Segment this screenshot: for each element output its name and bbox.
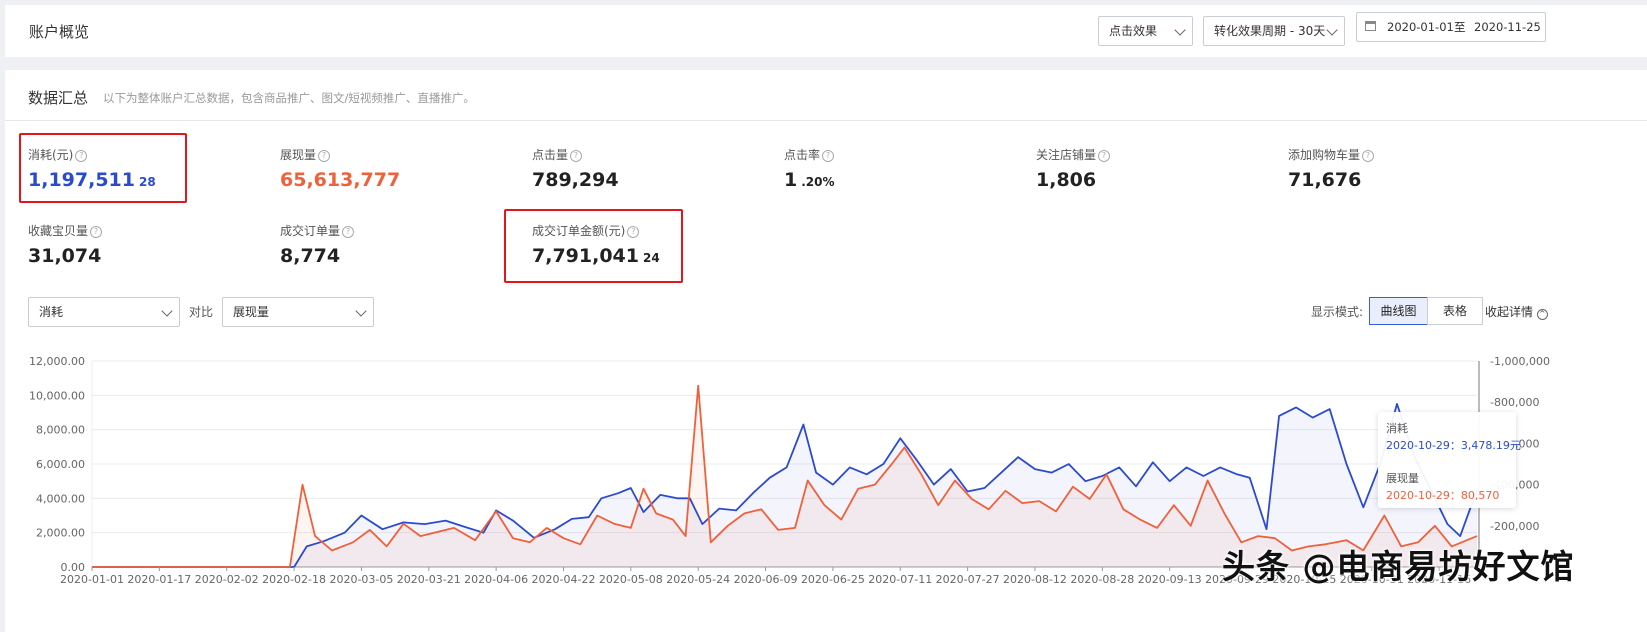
mode-table-button[interactable]: 表格	[1427, 297, 1483, 325]
metric-value: 65,613,777	[280, 169, 401, 191]
help-icon[interactable]: ?	[342, 226, 355, 238]
metric-value: 1.20%	[784, 169, 835, 191]
chart-tooltip: 消耗 2020-10-29：3,478.19元 展现量 2020-10-29：8…	[1378, 412, 1521, 508]
chevron-down-icon	[161, 305, 173, 317]
chevron-down-icon	[355, 305, 367, 317]
effect-select-value: 点击效果	[1109, 24, 1158, 38]
metric-card: 成交订单量? 8,774	[280, 222, 355, 267]
tooltip-series2-value: 2020-10-29：80,570	[1386, 489, 1500, 502]
highlight-box-spend	[19, 133, 187, 203]
period-select[interactable]: 转化效果周期 - 30天	[1203, 16, 1345, 46]
period-select-value: 转化效果周期 - 30天	[1214, 24, 1326, 38]
metric-label: 添加购物车量?	[1288, 146, 1375, 163]
page-title: 账户概览	[29, 23, 90, 41]
highlight-box-order-amount	[504, 209, 683, 283]
summary-header: 数据汇总 以下为整体账户汇总数据，包含商品推广、图文/短视频推广、直播推广。	[5, 70, 1647, 121]
help-icon[interactable]: ?	[318, 150, 331, 162]
collapse-details-link[interactable]: 收起详情 ^	[1485, 303, 1548, 320]
metric-label: 展现量?	[280, 146, 404, 163]
help-icon[interactable]: ?	[822, 150, 835, 162]
metric-label: 关注店铺量?	[1036, 146, 1111, 163]
metric-card: 展现量? 65,613,777	[280, 146, 404, 191]
metric-card: 添加购物车量? 71,676	[1288, 146, 1375, 191]
metric-label: 成交订单量?	[280, 222, 355, 239]
metric-value: 8,774	[280, 245, 341, 267]
primary-metric-select[interactable]: 消耗	[28, 297, 180, 327]
date-separator: 至	[1454, 20, 1466, 34]
metric-card: 关注店铺量? 1,806	[1036, 146, 1111, 191]
collapse-details-label: 收起详情	[1485, 305, 1534, 319]
metric-value: 789,294	[532, 169, 619, 191]
tooltip-series2-name: 展现量	[1386, 472, 1419, 485]
help-icon[interactable]: ?	[90, 226, 103, 238]
metric-card: 点击量? 789,294	[532, 146, 623, 191]
mode-curve-button[interactable]: 曲线图	[1369, 297, 1428, 325]
metric-card: 收藏宝贝量? 31,074	[28, 222, 105, 267]
summary-description: 以下为整体账户汇总数据，包含商品推广、图文/短视频推广、直播推广。	[103, 91, 475, 105]
help-icon[interactable]: ?	[1362, 150, 1375, 162]
metric-label: 点击量?	[532, 146, 623, 163]
display-mode-label: 显示模式:	[1311, 305, 1364, 319]
tooltip-series1-value: 2020-10-29：3,478.19元	[1386, 439, 1521, 452]
metric-card: 点击率? 1.20%	[784, 146, 835, 191]
chevron-down-icon	[1174, 24, 1186, 36]
tooltip-series1-name: 消耗	[1386, 422, 1408, 435]
summary-title: 数据汇总	[28, 89, 89, 107]
date-to: 2020-11-25	[1474, 20, 1541, 34]
compare-label: 对比	[189, 305, 214, 319]
metric-label: 收藏宝贝量?	[28, 222, 105, 239]
effect-select[interactable]: 点击效果	[1098, 16, 1193, 46]
date-from: 2020-01-01	[1387, 20, 1454, 34]
calendar-icon	[1365, 21, 1376, 31]
help-icon[interactable]: ?	[570, 150, 583, 162]
metric-value: 71,676	[1288, 169, 1362, 191]
metric-label: 点击率?	[784, 146, 835, 163]
help-icon[interactable]: ?	[1098, 150, 1111, 162]
metric-value: 31,074	[28, 245, 102, 267]
chevron-up-circle-icon: ^	[1536, 309, 1548, 320]
chevron-down-icon	[1326, 24, 1338, 36]
primary-metric-value: 消耗	[39, 305, 64, 319]
watermark-text: 头条 @电商易坊好文馆	[1222, 547, 1575, 586]
compare-metric-value: 展现量	[233, 305, 270, 319]
metric-value: 1,806	[1036, 169, 1097, 191]
date-range-picker[interactable]: 2020-01-01 至 2020-11-25	[1356, 12, 1546, 42]
compare-metric-select[interactable]: 展现量	[222, 297, 374, 327]
